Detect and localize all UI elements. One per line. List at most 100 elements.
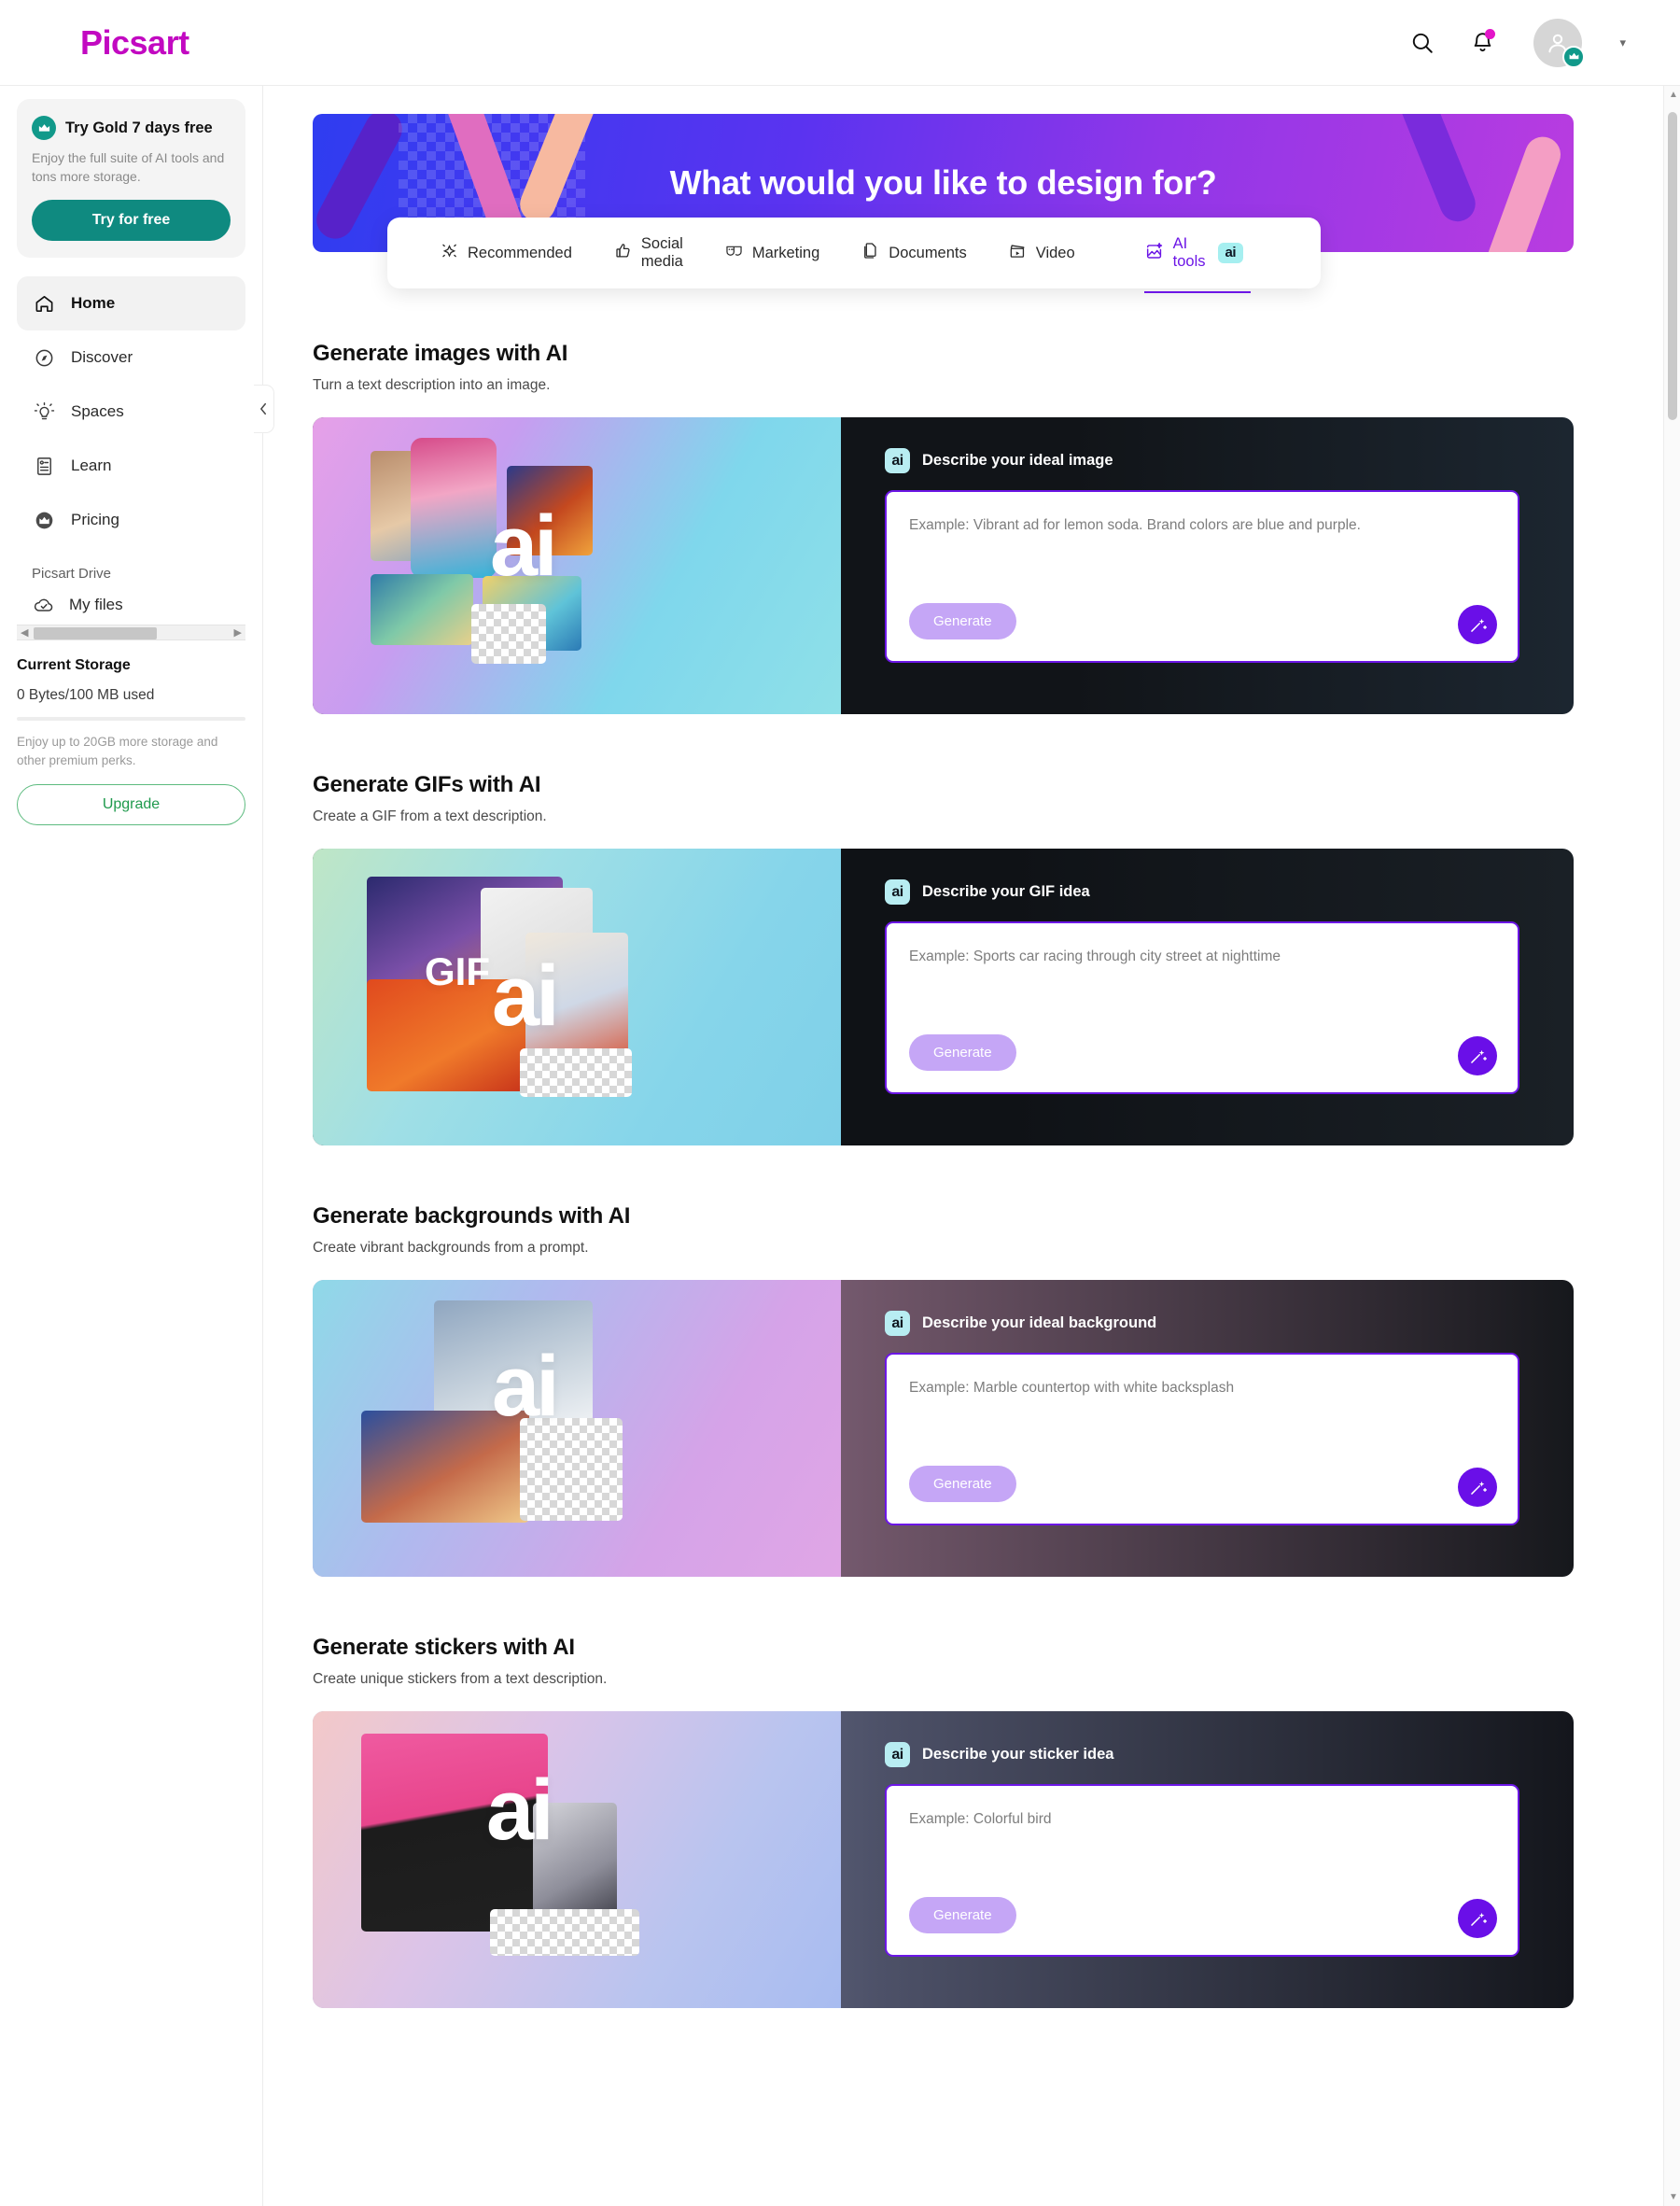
- drive-horizontal-scrollbar[interactable]: ◀ ▶: [17, 625, 245, 641]
- sidebar-item-my-files[interactable]: My files: [17, 582, 245, 621]
- crown-icon: [32, 116, 56, 140]
- gold-card-title: Try Gold 7 days free: [65, 119, 213, 136]
- ai-background-panel: ai ai Describe your ideal background Exa…: [313, 1280, 1574, 1577]
- prompt-input-box[interactable]: Example: Sports car racing through city …: [885, 921, 1519, 1094]
- sparkle-icon: [440, 241, 459, 265]
- section-generate-images: Generate images with AI Turn a text desc…: [313, 341, 1574, 714]
- category-tabs: Recommended Social media Marketing Docum…: [387, 218, 1321, 293]
- scrollbar-thumb[interactable]: [34, 627, 157, 640]
- search-icon[interactable]: [1407, 27, 1438, 59]
- avatar[interactable]: [1533, 18, 1586, 68]
- tab-label: Documents: [889, 244, 967, 261]
- sidebar-item-label: Home: [71, 294, 116, 313]
- picsart-logo[interactable]: Picsart: [80, 23, 189, 63]
- sidebar-item-discover[interactable]: Discover: [17, 330, 245, 385]
- prompt-area: ai Describe your ideal background Exampl…: [841, 1280, 1574, 1577]
- prompt-label: Describe your sticker idea: [922, 1746, 1114, 1763]
- article-icon: [32, 454, 56, 478]
- masks-icon: [724, 241, 744, 265]
- tab-label: Social media: [640, 235, 683, 270]
- sidebar: Try Gold 7 days free Enjoy the full suit…: [0, 86, 263, 2206]
- storage-note: Enjoy up to 20GB more storage and other …: [17, 735, 218, 767]
- ai-image-icon: [1144, 241, 1165, 266]
- tab-recommended[interactable]: Recommended: [440, 233, 593, 273]
- notification-dot: [1485, 28, 1496, 39]
- try-for-free-button[interactable]: Try for free: [32, 200, 231, 242]
- collage-ai-wordmark: ai: [490, 499, 558, 594]
- page-scrollbar[interactable]: ▲ ▼: [1663, 86, 1680, 2206]
- compass-icon: [32, 345, 56, 370]
- bell-icon[interactable]: [1466, 27, 1498, 59]
- section-subtitle: Create unique stickers from a text descr…: [313, 1671, 608, 1687]
- section-generate-backgrounds: Generate backgrounds with AI Create vibr…: [313, 1203, 1574, 1577]
- prompt-area: ai Describe your sticker idea Example: C…: [841, 1711, 1574, 2008]
- tab-documents[interactable]: Documents: [861, 233, 987, 273]
- home-icon: [32, 291, 56, 316]
- prompt-placeholder: Example: Colorful bird: [909, 1811, 1052, 1827]
- scrollbar-thumb[interactable]: [1668, 112, 1677, 420]
- chevron-down-icon[interactable]: ▾: [1619, 35, 1626, 50]
- generate-button[interactable]: Generate: [909, 603, 1016, 639]
- generate-button[interactable]: Generate: [909, 1897, 1016, 1933]
- clapper-icon: [1008, 241, 1028, 265]
- tab-marketing[interactable]: Marketing: [724, 233, 840, 273]
- prompt-label: Describe your ideal image: [922, 452, 1113, 469]
- gold-card-header: Try Gold 7 days free: [32, 116, 231, 140]
- section-title: Generate GIFs with AI: [313, 772, 541, 797]
- section-subtitle: Turn a text description into an image.: [313, 377, 551, 393]
- ai-sticker-panel: ai ai Describe your sticker idea Example…: [313, 1711, 1574, 2008]
- background-collage: ai: [313, 1280, 841, 1577]
- ai-badge: ai: [1217, 243, 1244, 263]
- prompt-area: ai Describe your GIF idea Example: Sport…: [841, 849, 1574, 1145]
- prompt-input-box[interactable]: Example: Colorful bird Generate: [885, 1784, 1519, 1957]
- sidebar-item-home[interactable]: Home: [17, 276, 245, 331]
- header-actions: ▾: [1407, 18, 1626, 68]
- magic-wand-icon[interactable]: [1458, 1899, 1497, 1938]
- current-storage-title: Current Storage: [17, 657, 131, 674]
- sidebar-item-label: Pricing: [71, 511, 119, 529]
- thumbs-up-icon: [613, 241, 633, 265]
- active-tab-underline: [1143, 291, 1252, 293]
- sidebar-item-learn[interactable]: Learn: [17, 439, 245, 493]
- prompt-header: ai Describe your GIF idea: [885, 879, 1090, 905]
- hero-title: What would you like to design for?: [669, 163, 1217, 202]
- prompt-header: ai Describe your sticker idea: [885, 1742, 1113, 1767]
- ai-gif-panel: GIF ai ai Describe your GIF idea Example…: [313, 849, 1574, 1145]
- tab-label: Video: [1035, 244, 1075, 261]
- tab-social-media[interactable]: Social media: [613, 228, 704, 278]
- picsart-drive-title: Picsart Drive: [32, 566, 112, 583]
- scroll-right-icon[interactable]: ▶: [234, 626, 242, 639]
- scroll-down-icon[interactable]: ▼: [1669, 2192, 1678, 2202]
- prompt-input-box[interactable]: Example: Vibrant ad for lemon soda. Bran…: [885, 490, 1519, 663]
- gold-crown-badge: [1562, 45, 1586, 68]
- sidebar-item-label: Discover: [71, 348, 133, 367]
- tab-video[interactable]: Video: [1008, 233, 1096, 273]
- tab-ai-tools[interactable]: AI tools ai: [1143, 228, 1264, 293]
- cloud-check-icon: [32, 593, 56, 617]
- storage-usage-value: 0 Bytes/100 MB used: [17, 687, 155, 704]
- upgrade-button[interactable]: Upgrade: [17, 784, 245, 826]
- try-gold-card: Try Gold 7 days free Enjoy the full suit…: [17, 99, 245, 259]
- magic-wand-icon[interactable]: [1458, 1036, 1497, 1075]
- app-header: Picsart ▾: [0, 0, 1680, 86]
- sidebar-item-pricing[interactable]: Pricing: [17, 493, 245, 547]
- collage-thumb: [371, 574, 473, 645]
- collage-transparent-thumb: [520, 1048, 632, 1097]
- generate-button[interactable]: Generate: [909, 1034, 1016, 1071]
- ai-badge: ai: [885, 1311, 910, 1336]
- gif-collage: GIF ai: [313, 849, 841, 1145]
- sidebar-collapse-button[interactable]: [254, 385, 274, 433]
- gold-card-subtitle: Enjoy the full suite of AI tools and ton…: [32, 150, 225, 184]
- scroll-up-icon[interactable]: ▲: [1669, 90, 1678, 100]
- sidebar-item-spaces[interactable]: Spaces: [17, 385, 245, 439]
- magic-wand-icon[interactable]: [1458, 1468, 1497, 1507]
- magic-wand-icon[interactable]: [1458, 605, 1497, 644]
- generate-button[interactable]: Generate: [909, 1466, 1016, 1502]
- scroll-left-icon[interactable]: ◀: [21, 626, 28, 639]
- collage-transparent-thumb: [471, 604, 546, 664]
- section-title: Generate images with AI: [313, 341, 568, 366]
- tab-label: Marketing: [751, 244, 820, 261]
- tab-label: Recommended: [468, 244, 572, 261]
- prompt-input-box[interactable]: Example: Marble countertop with white ba…: [885, 1353, 1519, 1525]
- sidebar-item-label: Spaces: [71, 402, 124, 421]
